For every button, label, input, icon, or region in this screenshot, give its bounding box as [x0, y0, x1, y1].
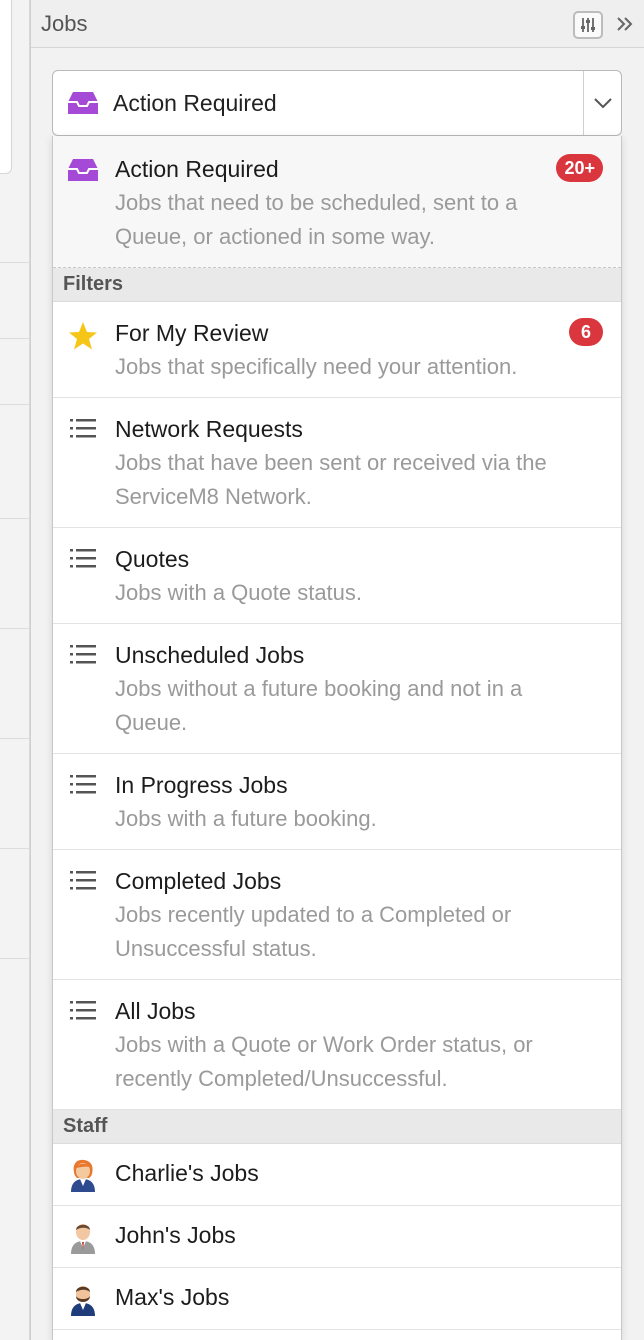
list-icon	[67, 768, 99, 800]
option-description: Jobs that have been sent or received via…	[115, 450, 547, 509]
option-description: Jobs without a future booking and not in…	[115, 676, 523, 735]
job-filter-select[interactable]: Action Required	[52, 70, 622, 136]
option-title: John's Jobs	[115, 1222, 236, 1248]
option-title: For My Review	[115, 320, 269, 346]
option-description: Jobs recently updated to a Completed or …	[115, 902, 512, 961]
option-staff-john[interactable]: John's Jobs	[53, 1206, 621, 1268]
option-action-required[interactable]: Action Required 20+ Jobs that need to be…	[53, 136, 621, 268]
background-job-list	[0, 0, 30, 1340]
background-card	[0, 0, 12, 174]
option-for-my-review[interactable]: For My Review 6 Jobs that specifically n…	[53, 302, 621, 398]
option-staff-max[interactable]: Max's Jobs	[53, 1268, 621, 1330]
option-title: Charlie's Jobs	[115, 1160, 259, 1186]
section-header-filters: Filters	[53, 268, 621, 302]
option-quotes[interactable]: Quotes Jobs with a Quote status.	[53, 528, 621, 624]
option-network-requests[interactable]: Network Requests Jobs that have been sen…	[53, 398, 621, 528]
count-badge: 6	[569, 318, 603, 346]
double-chevron-right-icon[interactable]	[611, 8, 639, 40]
list-icon	[67, 864, 99, 896]
filter-dropdown-menu: Action Required 20+ Jobs that need to be…	[52, 136, 622, 1340]
sliders-icon[interactable]	[573, 11, 603, 39]
option-title: Action Required	[115, 156, 279, 182]
option-staff-charlie[interactable]: Charlie's Jobs	[53, 1144, 621, 1206]
option-title: Unscheduled Jobs	[115, 642, 305, 668]
staff-avatar-male-icon	[67, 1221, 99, 1254]
option-all-jobs[interactable]: All Jobs Jobs with a Quote or Work Order…	[53, 980, 621, 1110]
option-description: Jobs with a Quote status.	[115, 580, 363, 605]
option-title: Completed Jobs	[115, 868, 282, 894]
list-icon	[67, 542, 99, 574]
staff-avatar-female-icon	[67, 1159, 99, 1192]
option-description: Jobs with a Quote or Work Order status, …	[115, 1032, 533, 1091]
option-title: Quotes	[115, 546, 190, 572]
option-description: Jobs that specifically need your attenti…	[115, 354, 518, 379]
section-header-staff: Staff	[53, 1110, 621, 1144]
staff-avatar-bearded-icon	[67, 1283, 99, 1316]
panel-title: Jobs	[41, 10, 88, 36]
option-title: In Progress Jobs	[115, 772, 288, 798]
select-value: Action Required	[113, 89, 277, 116]
list-icon	[67, 638, 99, 670]
option-completed-jobs[interactable]: Completed Jobs Jobs recently updated to …	[53, 850, 621, 980]
chevron-down-icon[interactable]	[583, 71, 621, 135]
inbox-tray-icon	[67, 90, 99, 116]
option-title: All Jobs	[115, 998, 196, 1024]
option-description: Jobs that need to be scheduled, sent to …	[115, 190, 518, 249]
list-icon	[67, 412, 99, 444]
option-title: Max's Jobs	[115, 1284, 230, 1310]
list-icon	[67, 994, 99, 1026]
inbox-tray-icon	[67, 154, 99, 186]
option-in-progress-jobs[interactable]: In Progress Jobs Jobs with a future book…	[53, 754, 621, 850]
star-icon	[67, 320, 99, 352]
count-badge: 20+	[556, 154, 603, 182]
option-unscheduled-jobs[interactable]: Unscheduled Jobs Jobs without a future b…	[53, 624, 621, 754]
option-description: Jobs with a future booking.	[115, 806, 377, 831]
panel-header: Jobs	[31, 0, 644, 48]
option-title: Network Requests	[115, 416, 303, 442]
jobs-panel: Jobs Action Required Action Required 20+…	[30, 0, 644, 1340]
